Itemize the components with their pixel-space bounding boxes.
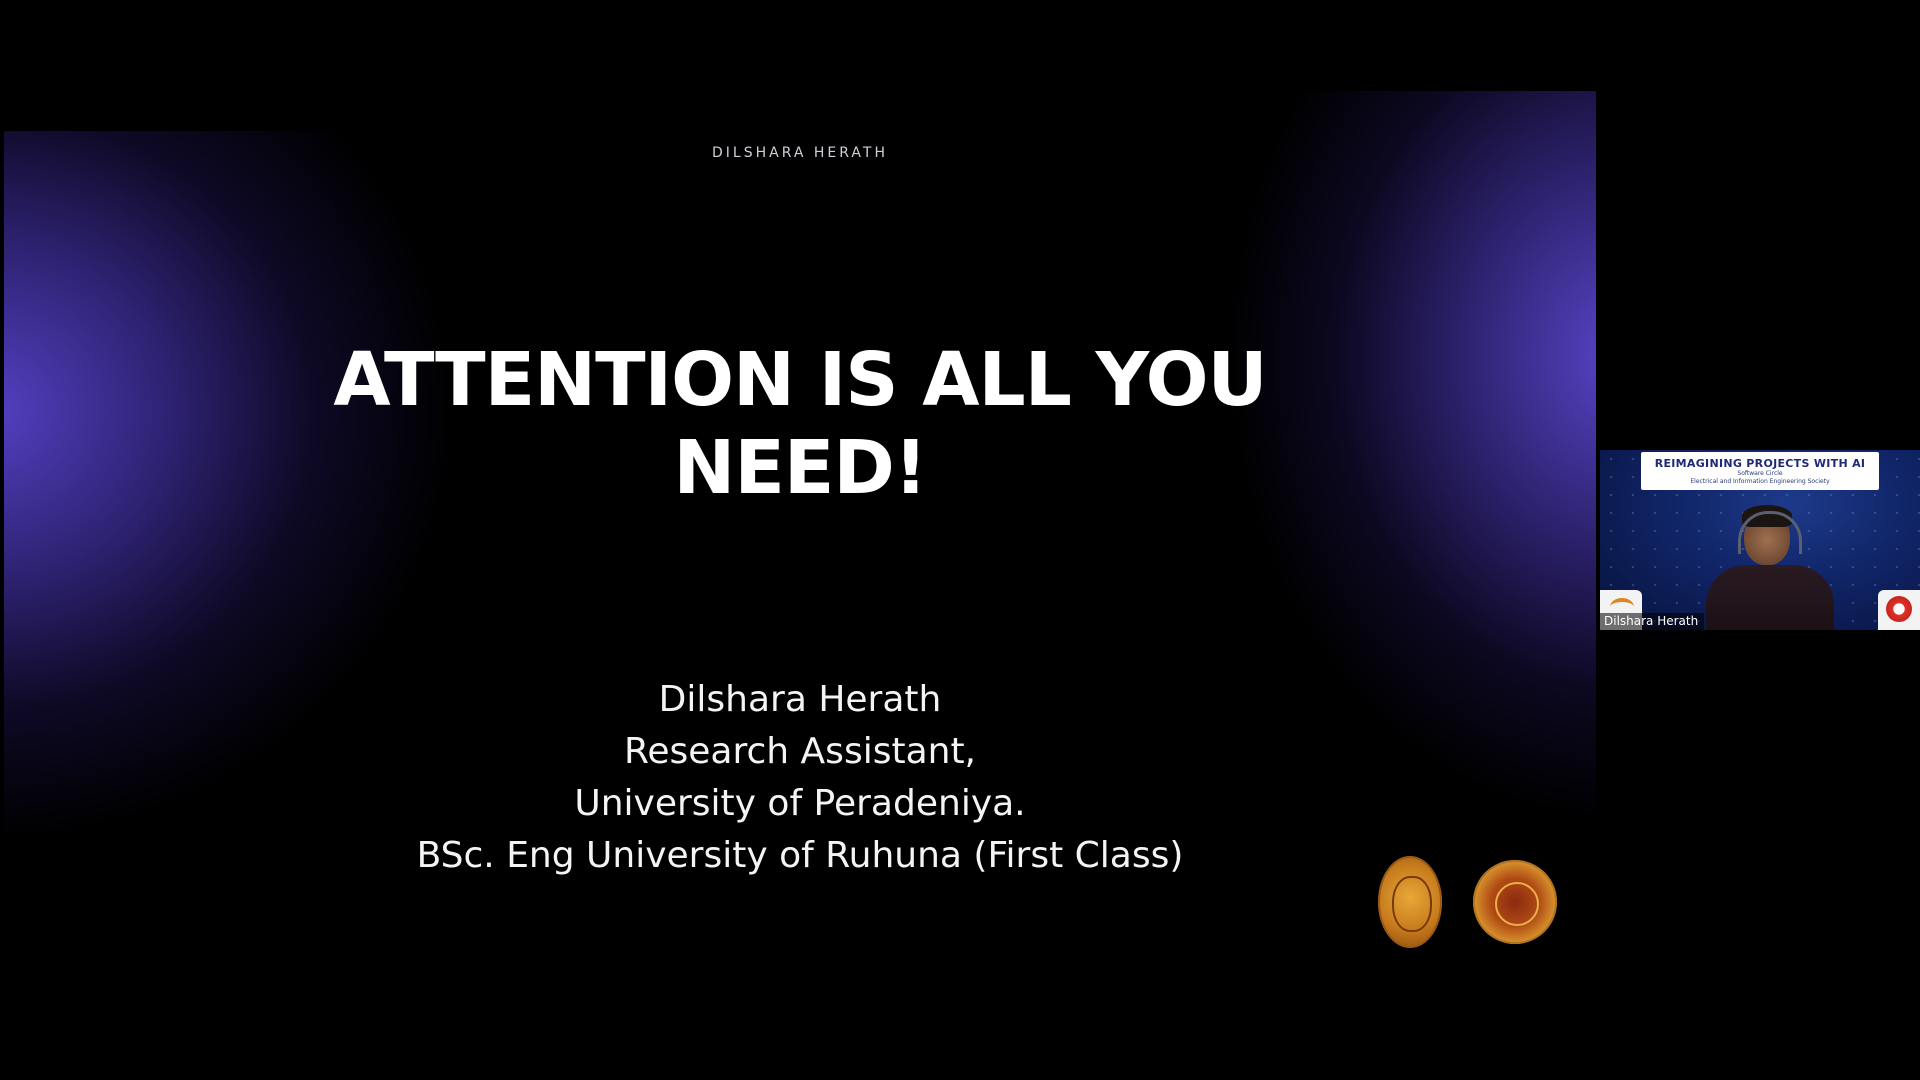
- slide-title: ATTENTION IS ALL YOU NEED!: [204, 336, 1396, 512]
- event-banner: REIMAGINING PROJECTS WITH AI Software Ci…: [1641, 452, 1879, 490]
- credit-name: Dilshara Herath: [658, 679, 942, 720]
- credit-affiliation: University of Peradeniya.: [574, 783, 1026, 824]
- slide-credits: Dilshara Herath Research Assistant, Univ…: [204, 674, 1396, 882]
- credit-degree: BSc. Eng University of Ruhuna (First Cla…: [416, 835, 1184, 876]
- speaker-video-tile[interactable]: REIMAGINING PROJECTS WITH AI Software Ci…: [1600, 450, 1920, 630]
- slide-title-line-1: ATTENTION IS ALL YOU: [333, 337, 1267, 423]
- event-banner-organizer: Electrical and Information Engineering S…: [1690, 478, 1830, 485]
- slide-author-header: DILSHARA HERATH: [712, 145, 888, 161]
- university-seal-logo: [1473, 860, 1557, 944]
- event-banner-title: REIMAGINING PROJECTS WITH AI: [1654, 457, 1866, 470]
- participant-name-tag: Dilshara Herath: [1600, 613, 1705, 630]
- speaker-body: [1706, 565, 1834, 630]
- meeting-screen: DILSHARA HERATH ATTENTION IS ALL YOU NEE…: [0, 0, 1920, 1080]
- shared-slide: DILSHARA HERATH ATTENTION IS ALL YOU NEE…: [4, 91, 1596, 986]
- university-crest-logo: [1378, 856, 1442, 948]
- speaker-video-feed: [1700, 505, 1840, 630]
- credit-role: Research Assistant,: [623, 731, 977, 772]
- circle-logo: [1878, 590, 1920, 630]
- headset-icon: [1738, 511, 1802, 554]
- event-banner-subtitle: Software Circle: [1737, 470, 1783, 477]
- slide-title-line-2: NEED!: [673, 425, 927, 511]
